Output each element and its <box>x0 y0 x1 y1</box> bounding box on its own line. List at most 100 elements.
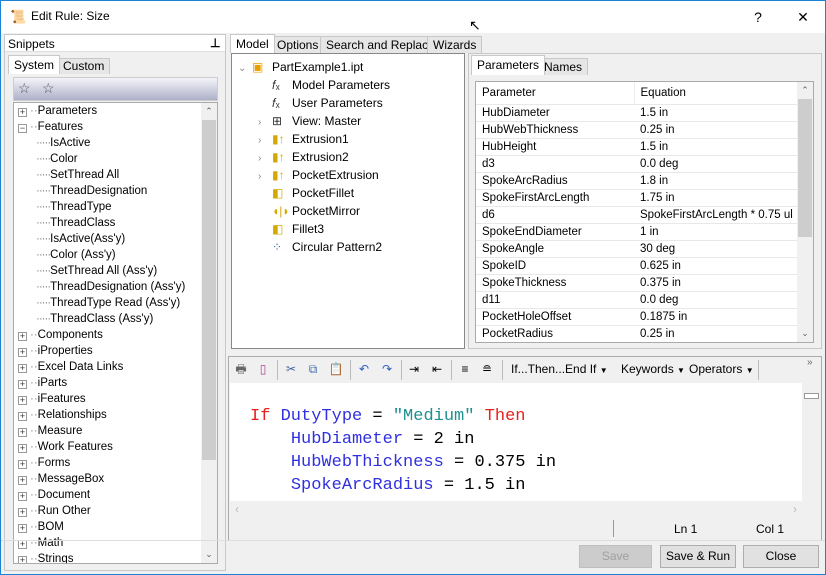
table-row[interactable]: PocketHoleOffset 0.1875 in <box>476 308 798 326</box>
table-row[interactable]: HubDiameter 1.5 in <box>476 104 798 122</box>
snippet-tree-item[interactable]: + ··Strings <box>18 551 73 563</box>
equation-cell[interactable]: 0.0 deg <box>634 291 798 309</box>
equation-cell[interactable]: 0.625 in <box>634 257 798 275</box>
parameter-cell[interactable]: d3 <box>476 155 634 173</box>
expand-icon[interactable]: + <box>18 428 27 437</box>
snippet-tree-item[interactable]: + ··Document <box>18 487 90 503</box>
snippet-tree-item[interactable]: ·····SetThread All <box>36 167 119 183</box>
snippet-tree-item[interactable]: + ··Measure <box>18 423 82 439</box>
parameter-cell[interactable]: SpokeAngle <box>476 240 634 258</box>
equation-cell[interactable]: 0.1875 in <box>634 308 798 326</box>
cut-icon[interactable]: ✂ <box>283 361 299 377</box>
parameter-cell[interactable]: SpokeID <box>476 257 634 275</box>
snippet-tree-item[interactable]: ·····ThreadDesignation <box>36 183 147 199</box>
model-tree-item[interactable]: › ▮↑ PocketExtrusion <box>258 166 379 184</box>
equation-cell[interactable]: 0.0 deg <box>634 155 798 173</box>
print-icon[interactable]: 🖶 <box>233 361 249 377</box>
snippet-tree-item[interactable]: + ··Run Other <box>18 503 91 519</box>
scroll-left-icon[interactable]: ‹ <box>235 502 239 516</box>
snippet-tree-item[interactable]: + ··BOM <box>18 519 64 535</box>
snippet-tree-item[interactable]: − ··Features <box>18 119 83 135</box>
expand-icon[interactable]: + <box>18 396 27 405</box>
expand-icon[interactable]: + <box>18 460 27 469</box>
model-tree-item[interactable]: › ▮↑ Extrusion2 <box>258 148 349 166</box>
model-tree-item[interactable]: › ⊞ View: Master <box>258 112 361 130</box>
equation-cell[interactable]: 1.75 in <box>634 189 798 207</box>
tab-wizards[interactable]: Wizards <box>427 36 483 53</box>
table-row[interactable]: d3 0.0 deg <box>476 155 798 173</box>
equation-cell[interactable]: 0.25 in <box>634 121 798 139</box>
expand-icon[interactable]: + <box>18 540 27 549</box>
expand-icon[interactable]: + <box>18 476 27 485</box>
parameter-cell[interactable]: PocketRadius <box>476 325 634 342</box>
copy-icon[interactable]: ⧉ <box>305 361 321 377</box>
snippet-tree-item[interactable]: + ··MessageBox <box>18 471 104 487</box>
tab-parameters[interactable]: Parameters <box>471 55 546 75</box>
table-row[interactable]: HubWebThickness 0.25 in <box>476 121 798 139</box>
expand-icon[interactable]: + <box>18 332 27 341</box>
expand-icon[interactable]: + <box>18 524 27 533</box>
comment-icon[interactable]: ≡ <box>457 361 473 377</box>
equation-cell[interactable]: SpokeFirstArcLength * 0.75 ul <box>634 206 798 224</box>
table-row[interactable]: SpokeEndDiameter 1 in <box>476 223 798 241</box>
expanded-chevron-icon[interactable]: ⌄ <box>238 60 252 78</box>
save-and-run-button[interactable]: Save & Run <box>660 545 736 568</box>
model-tree-item[interactable]: ⌄ ▣ PartExample1.ipt <box>238 58 363 76</box>
close-window-button[interactable]: ✕ <box>788 5 818 29</box>
snippet-tree-item[interactable]: + ··Components <box>18 327 103 343</box>
collapse-icon[interactable]: − <box>18 124 27 133</box>
table-row[interactable]: SpokeAngle 30 deg <box>476 240 798 258</box>
snippet-tree-item[interactable]: + ··Parameters <box>18 103 97 119</box>
indent-icon[interactable]: ⇥ <box>406 361 422 377</box>
model-tree-item[interactable]: › ▮↑ Extrusion1 <box>258 130 349 148</box>
parameter-cell[interactable]: SpokeEndDiameter <box>476 223 634 241</box>
code-editor[interactable]: If DutyType = "Medium" Then HubDiameter … <box>230 383 802 501</box>
snippet-tree-item[interactable]: ·····SetThread All (Ass'y) <box>36 263 157 279</box>
save-button[interactable]: Save <box>579 545 652 568</box>
redo-icon[interactable]: ↷ <box>379 361 395 377</box>
paste-icon[interactable]: 📋 <box>328 361 344 377</box>
tab-options[interactable]: Options <box>271 36 325 53</box>
snippet-tree-item[interactable]: + ··Relationships <box>18 407 107 423</box>
table-row[interactable]: SpokeThickness 0.375 in <box>476 274 798 292</box>
undo-icon[interactable]: ↶ <box>356 361 372 377</box>
snippet-tree-item[interactable]: ·····ThreadClass <box>36 215 115 231</box>
close-button[interactable]: Close <box>743 545 819 568</box>
expand-icon[interactable]: + <box>18 412 27 421</box>
snippet-tree-item[interactable]: + ··iParts <box>18 375 67 391</box>
parameter-cell[interactable]: HubWebThickness <box>476 121 634 139</box>
snippet-tree-item[interactable]: ·····IsActive <box>36 135 90 151</box>
snippet-tree-item[interactable]: + ··iProperties <box>18 343 93 359</box>
tab-names[interactable]: Names <box>538 58 589 75</box>
equation-cell[interactable]: 1.5 in <box>634 138 798 156</box>
snippet-tree-item[interactable]: ·····ThreadClass (Ass'y) <box>36 311 153 327</box>
snippet-tree-item[interactable]: ·····Color <box>36 151 78 167</box>
help-button[interactable]: ? <box>743 5 773 29</box>
edit-snippet-icon[interactable]: ☆ <box>42 80 55 97</box>
table-row[interactable]: SpokeID 0.625 in <box>476 257 798 275</box>
snippet-tree-item[interactable]: ·····IsActive(Ass'y) <box>36 231 125 247</box>
table-row[interactable]: HubHeight 1.5 in <box>476 138 798 156</box>
filter-snippets-icon[interactable]: ☆ <box>18 80 31 97</box>
outdent-icon[interactable]: ⇤ <box>429 361 445 377</box>
snippet-tree-item[interactable]: ·····ThreadType Read (Ass'y) <box>36 295 180 311</box>
table-row[interactable]: SpokeFirstArcLength 1.75 in <box>476 189 798 207</box>
expand-icon[interactable]: + <box>18 556 27 563</box>
table-row[interactable]: d11 0.0 deg <box>476 291 798 309</box>
parameter-cell[interactable]: PocketHoleOffset <box>476 308 634 326</box>
equation-cell[interactable]: 1 in <box>634 223 798 241</box>
print-preview-icon[interactable]: ▯ <box>255 361 271 377</box>
snippet-tree-item[interactable]: + ··Forms <box>18 455 70 471</box>
operators-dropdown[interactable]: Operators ▼ <box>689 362 754 376</box>
scroll-right-icon[interactable]: › <box>793 502 797 516</box>
expand-icon[interactable]: + <box>18 444 27 453</box>
tab-model[interactable]: Model <box>230 34 275 53</box>
expand-icon[interactable]: + <box>18 348 27 357</box>
parameter-cell[interactable]: SpokeThickness <box>476 274 634 292</box>
snippet-tree-item[interactable]: ·····ThreadDesignation (Ass'y) <box>36 279 185 295</box>
tab-custom[interactable]: Custom <box>57 58 111 74</box>
model-tree-item[interactable]: ⁘ Circular Pattern2 <box>258 238 382 256</box>
pin-icon[interactable]: ⊥ <box>210 36 220 50</box>
code-vertical-scrollbar[interactable] <box>802 383 821 501</box>
table-row[interactable]: SpokeArcRadius 1.8 in <box>476 172 798 190</box>
